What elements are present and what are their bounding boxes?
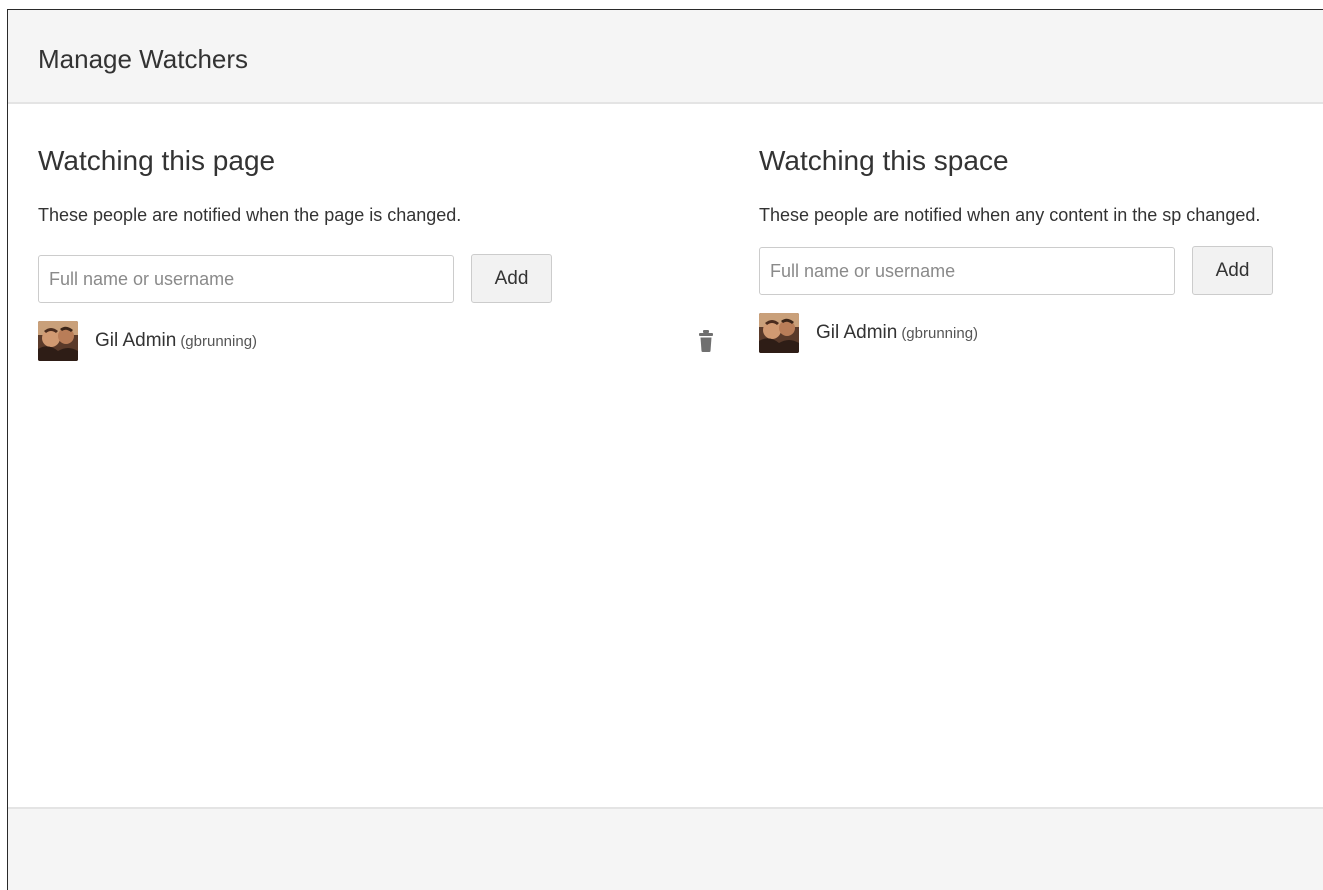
page-watcher-search-input[interactable] (38, 255, 454, 303)
user-avatar-icon (38, 321, 78, 361)
watcher-display-name: Gil Admin (95, 330, 177, 351)
space-watcher-search-input[interactable] (759, 247, 1175, 295)
page-watchers-heading: Watching this page (38, 145, 276, 176)
dialog-footer (8, 807, 1323, 890)
space-watcher-name-line: Gil Admin (gbrunning) (816, 321, 978, 346)
space-add-watcher-button[interactable]: Add (1192, 246, 1273, 295)
space-watchers-section: Watching this space These people are not… (759, 144, 1323, 357)
page-add-watcher-button[interactable]: Add (471, 254, 552, 303)
watcher-display-name: Gil Admin (816, 322, 898, 343)
manage-watchers-dialog: Manage Watchers Watching this page These… (7, 9, 1323, 890)
page-watcher-item: Gil Admin (gbrunning) (38, 321, 728, 365)
page-watcher-name-line: Gil Admin (gbrunning) (95, 329, 257, 354)
space-watchers-description: These people are notified when any conte… (759, 205, 1261, 225)
space-add-watcher-row: Add (759, 246, 1323, 297)
dialog-title: Manage Watchers (38, 44, 249, 74)
watcher-username: (gbrunning) (901, 325, 979, 342)
page-watchers-section: Watching this page These people are noti… (38, 144, 728, 365)
dialog-header: Manage Watchers (8, 10, 1323, 104)
page-watchers-description: These people are notified when the page … (38, 205, 462, 225)
user-avatar-icon (759, 313, 799, 353)
page-add-watcher-row: Add (38, 254, 728, 305)
trash-icon[interactable] (696, 329, 716, 353)
space-watcher-item: Gil Admin (gbrunning) (759, 313, 1323, 357)
watcher-username: (gbrunning) (180, 333, 258, 350)
space-watchers-heading: Watching this space (759, 145, 1009, 176)
